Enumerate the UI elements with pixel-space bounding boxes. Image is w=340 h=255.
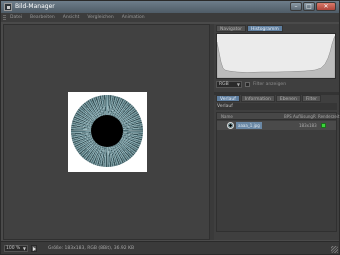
tab-information[interactable]: Information — [240, 95, 275, 102]
col-renderzeit[interactable]: Renderzeit — [318, 113, 339, 120]
app-icon — [4, 3, 12, 11]
item-name: aaaa_1.jpg — [236, 122, 262, 129]
filter-label: Filter anzeigen — [253, 82, 287, 87]
item-resolution: 183x183 — [299, 123, 317, 128]
filter-checkbox[interactable] — [245, 82, 250, 87]
menu-ansicht[interactable]: Ansicht — [63, 15, 80, 20]
menu-grip-icon — [3, 14, 6, 21]
minimize-button[interactable]: – — [290, 2, 302, 11]
col-name[interactable]: Name — [221, 113, 233, 120]
dropdown-arrow-icon: ▼ — [22, 246, 26, 251]
window-controls: – □ ✕ — [290, 2, 336, 11]
rendered-image — [68, 92, 147, 172]
zoom-select[interactable]: 100 % ▼ — [4, 245, 28, 252]
status-bar: 100 % ▼ Größe: 183x183, RGB (8Bit), 36.9… — [1, 241, 339, 254]
bottom-tabs: Verlauf Information Ebenen Filter — [216, 95, 321, 102]
menu-bearbeiten[interactable]: Bearbeiten — [30, 15, 55, 20]
eye-pupil — [91, 115, 123, 147]
menu-bar: Datei Bearbeiten Ansicht Vergleichen Ani… — [1, 13, 339, 22]
channel-select[interactable]: RGB ▼ — [216, 81, 242, 88]
image-info: Größe: 183x183, RGB (8Bit), 36.92 KB — [48, 246, 135, 251]
top-tabs: Navigator Histogramm — [216, 25, 283, 32]
image-thumbnail — [227, 122, 234, 129]
menu-animation[interactable]: Animation — [122, 15, 145, 20]
right-panel: Navigator Histogramm RGB ▼ Filter anzeig… — [214, 24, 339, 240]
col-bps[interactable]: BPS — [284, 113, 292, 120]
tab-histogramm[interactable]: Histogramm — [247, 25, 283, 32]
history-title: Verlauf — [216, 103, 337, 110]
menu-datei[interactable]: Datei — [10, 15, 22, 20]
tab-verlauf[interactable]: Verlauf — [216, 95, 240, 102]
title-bar[interactable]: Bild-Manager – □ ✕ — [1, 1, 339, 13]
image-viewer[interactable] — [3, 24, 210, 240]
render-status-indicator — [321, 123, 326, 128]
maximize-button[interactable]: □ — [303, 2, 315, 11]
resize-grip-icon[interactable] — [331, 246, 338, 253]
histogram-graph — [217, 35, 335, 78]
history-list: Name BPS Auflösung R Renderzeit aaaa_1.j… — [216, 112, 339, 232]
close-button[interactable]: ✕ — [316, 2, 336, 11]
histogram-controls: RGB ▼ Filter anzeigen — [216, 81, 336, 88]
play-icon[interactable] — [31, 245, 37, 252]
bild-manager-window: Bild-Manager – □ ✕ Datei Bearbeiten Ansi… — [0, 0, 340, 255]
dropdown-arrow-icon: ▼ — [236, 82, 240, 87]
window-title: Bild-Manager — [15, 3, 55, 10]
histogram — [216, 33, 336, 79]
tab-navigator[interactable]: Navigator — [216, 25, 247, 32]
menu-vergleichen[interactable]: Vergleichen — [87, 15, 113, 20]
tab-ebenen[interactable]: Ebenen — [275, 95, 301, 102]
list-item[interactable]: aaaa_1.jpg 183x183 — [217, 121, 336, 130]
col-r[interactable]: R — [313, 113, 316, 120]
list-header: Name BPS Auflösung R Renderzeit — [217, 113, 339, 120]
tab-filter[interactable]: Filter — [301, 95, 321, 102]
col-aufloesung[interactable]: Auflösung — [293, 113, 313, 120]
